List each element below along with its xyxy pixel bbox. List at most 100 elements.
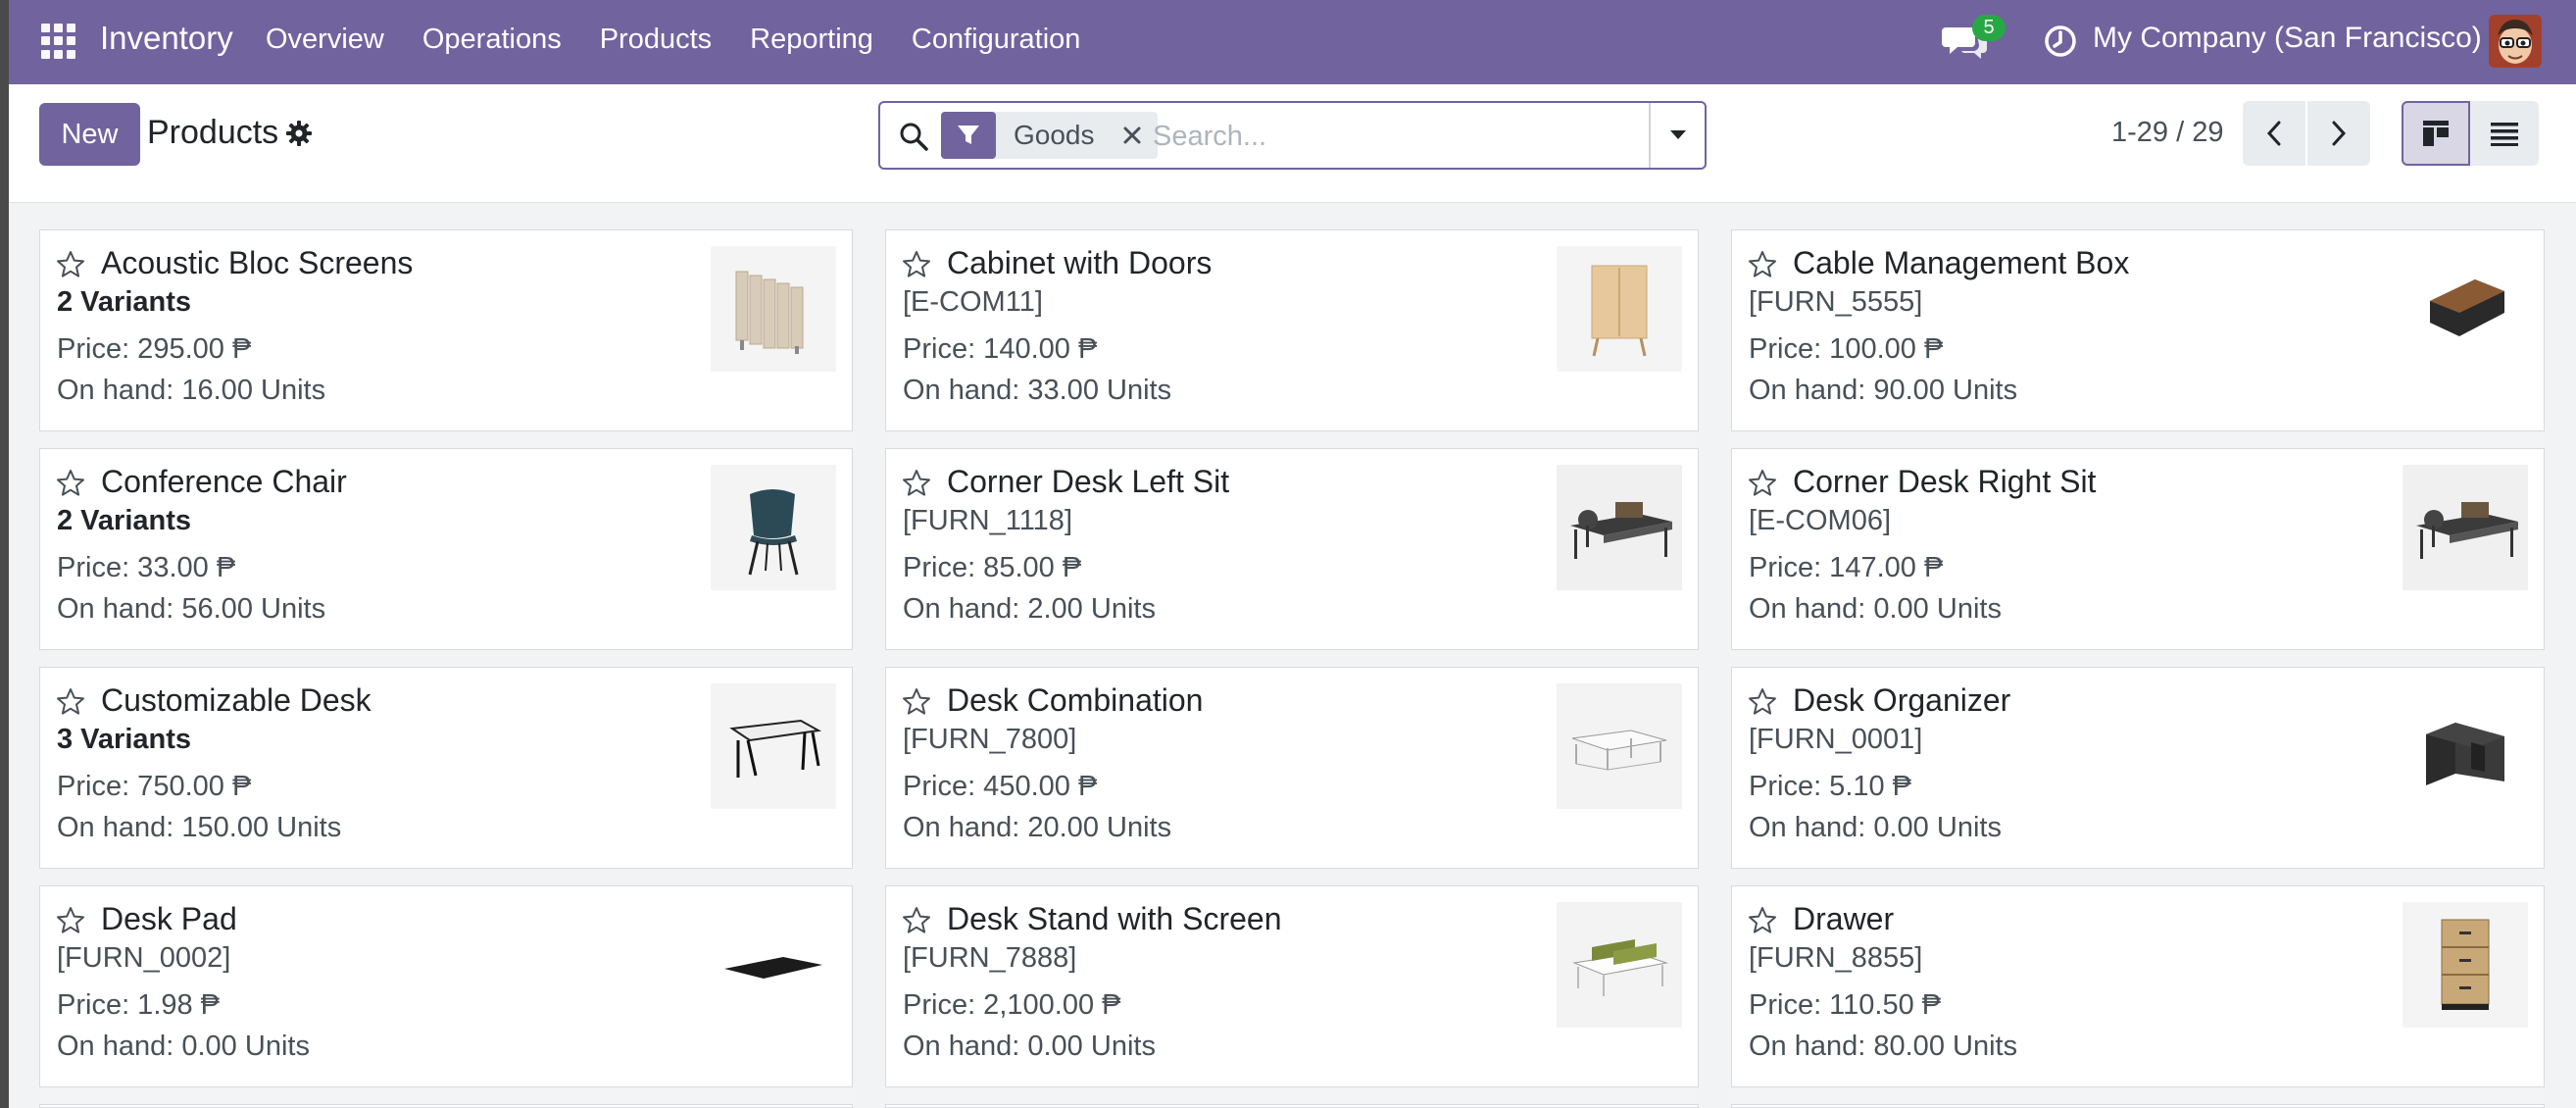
star-icon[interactable] — [56, 906, 85, 935]
remove-facet-icon[interactable] — [1113, 112, 1152, 159]
product-price: Price: 2,100.00 ₱ — [903, 989, 1121, 1021]
product-card[interactable]: Desk Organizer [FURN_0001] Price: 5.10 ₱… — [1731, 667, 2545, 869]
product-name: Corner Desk Right Sit — [1793, 464, 2097, 499]
product-reference: [FURN_1118] — [903, 505, 1072, 536]
organizer-image — [2403, 683, 2528, 809]
company-switcher[interactable]: My Company (San Francisco) — [2093, 22, 2482, 55]
pager-previous-button[interactable] — [2243, 101, 2305, 166]
apps-menu-icon[interactable] — [41, 24, 76, 59]
product-price: Price: 140.00 ₱ — [903, 333, 1098, 365]
star-icon[interactable] — [56, 250, 85, 279]
drawer-image — [2403, 902, 2528, 1028]
menu-configuration[interactable]: Configuration — [912, 24, 1081, 56]
pager-next-button[interactable] — [2307, 101, 2370, 166]
product-card[interactable]: Acoustic Bloc Screens 2 Variants Price: … — [39, 229, 853, 431]
activity-clock-icon[interactable] — [2043, 24, 2078, 59]
product-on-hand: On hand: 2.00 Units — [903, 593, 1156, 625]
product-on-hand: On hand: 0.00 Units — [903, 1031, 1156, 1062]
product-card[interactable]: Desk Combination [FURN_7800] Price: 450.… — [885, 667, 1699, 869]
product-price: Price: 85.00 ₱ — [903, 552, 1082, 583]
facet-value: Goods — [1014, 120, 1095, 150]
product-on-hand: On hand: 16.00 Units — [57, 375, 326, 406]
search-input[interactable] — [1153, 111, 1623, 162]
list-icon — [2491, 123, 2518, 146]
chair-image — [711, 465, 836, 590]
caret-down-icon — [1669, 130, 1686, 139]
product-card[interactable] — [1731, 1104, 2545, 1108]
product-card[interactable]: Cabinet with Doors [E-COM11] Price: 140.… — [885, 229, 1699, 431]
desk-pad-image — [711, 902, 836, 1028]
product-card[interactable]: Desk Stand with Screen [FURN_7888] Price… — [885, 885, 1699, 1087]
star-icon[interactable] — [1748, 250, 1777, 279]
product-card[interactable]: Customizable Desk 3 Variants Price: 750.… — [39, 667, 853, 869]
product-card[interactable]: Desk Pad [FURN_0002] Price: 1.98 ₱ On ha… — [39, 885, 853, 1087]
star-icon[interactable] — [902, 250, 931, 279]
filter-icon — [941, 112, 996, 159]
product-reference: 2 Variants — [57, 286, 192, 318]
product-reference: 2 Variants — [57, 505, 192, 536]
chat-count-badge: 5 — [1972, 15, 2006, 41]
user-avatar[interactable] — [2489, 15, 2542, 68]
star-icon[interactable] — [1748, 469, 1777, 498]
product-reference: [FURN_5555] — [1749, 286, 1923, 318]
product-card[interactable]: Corner Desk Right Sit [E-COM06] Price: 1… — [1731, 448, 2545, 650]
product-name: Desk Organizer — [1793, 682, 2011, 718]
search-options-toggle[interactable] — [1649, 103, 1705, 168]
product-on-hand: On hand: 0.00 Units — [1749, 812, 2002, 843]
menu-reporting[interactable]: Reporting — [750, 24, 873, 56]
product-price: Price: 147.00 ₱ — [1749, 552, 1944, 583]
product-price: Price: 450.00 ₱ — [903, 771, 1098, 802]
pager-value[interactable]: 1-29 / 29 — [2111, 117, 2223, 149]
product-card[interactable]: Conference Chair 2 Variants Price: 33.00… — [39, 448, 853, 650]
product-on-hand: On hand: 90.00 Units — [1749, 375, 2018, 406]
product-on-hand: On hand: 80.00 Units — [1749, 1031, 2018, 1062]
star-icon[interactable] — [902, 906, 931, 935]
app-brand[interactable]: Inventory — [100, 20, 233, 57]
product-on-hand: On hand: 33.00 Units — [903, 375, 1172, 406]
menu-overview[interactable]: Overview — [266, 24, 384, 56]
gear-icon[interactable] — [285, 120, 313, 147]
product-price: Price: 110.50 ₱ — [1749, 989, 1942, 1021]
star-icon[interactable] — [902, 687, 931, 717]
list-view-button[interactable] — [2470, 101, 2539, 166]
product-reference: 3 Variants — [57, 724, 192, 755]
corner-desk-image — [2403, 465, 2528, 590]
product-name: Acoustic Bloc Screens — [101, 245, 414, 280]
product-card[interactable]: Drawer [FURN_8855] Price: 110.50 ₱ On ha… — [1731, 885, 2545, 1087]
product-reference: [FURN_0001] — [1749, 724, 1923, 755]
product-reference: [FURN_7800] — [903, 724, 1077, 755]
menu-operations[interactable]: Operations — [422, 24, 562, 56]
product-on-hand: On hand: 0.00 Units — [1749, 593, 2002, 625]
corner-desk-image — [1557, 465, 1682, 590]
product-name: Corner Desk Left Sit — [947, 464, 1230, 499]
product-card[interactable] — [39, 1104, 853, 1108]
acoustic-screen-image — [711, 246, 836, 372]
product-reference: [FURN_0002] — [57, 942, 231, 974]
star-icon[interactable] — [56, 469, 85, 498]
top-navbar: Inventory Overview Operations Products R… — [9, 0, 2576, 84]
star-icon[interactable] — [902, 469, 931, 498]
product-card[interactable]: Cable Management Box [FURN_5555] Price: … — [1731, 229, 2545, 431]
product-price: Price: 750.00 ₱ — [57, 771, 252, 802]
star-icon[interactable] — [56, 687, 85, 717]
app-window: Inventory Overview Operations Products R… — [9, 0, 2576, 1108]
star-icon[interactable] — [1748, 906, 1777, 935]
star-icon[interactable] — [1748, 687, 1777, 717]
page-title: Products — [147, 114, 279, 151]
product-reference: [FURN_7888] — [903, 942, 1077, 974]
product-price: Price: 295.00 ₱ — [57, 333, 252, 365]
product-on-hand: On hand: 56.00 Units — [57, 593, 326, 625]
product-on-hand: On hand: 150.00 Units — [57, 812, 342, 843]
menu-products[interactable]: Products — [600, 24, 712, 56]
product-card[interactable] — [885, 1104, 1699, 1108]
desk-stand-image — [1557, 902, 1682, 1028]
product-reference: [E-COM06] — [1749, 505, 1892, 536]
desk-combination-image — [1557, 683, 1682, 809]
desk-image — [711, 683, 836, 809]
product-card[interactable]: Corner Desk Left Sit [FURN_1118] Price: … — [885, 448, 1699, 650]
kanban-view-button[interactable] — [2402, 101, 2470, 166]
product-price: Price: 33.00 ₱ — [57, 552, 236, 583]
new-button[interactable]: New — [39, 103, 140, 166]
main-menu: Overview Operations Products Reporting C… — [266, 24, 1118, 56]
search-icon — [900, 123, 928, 151]
